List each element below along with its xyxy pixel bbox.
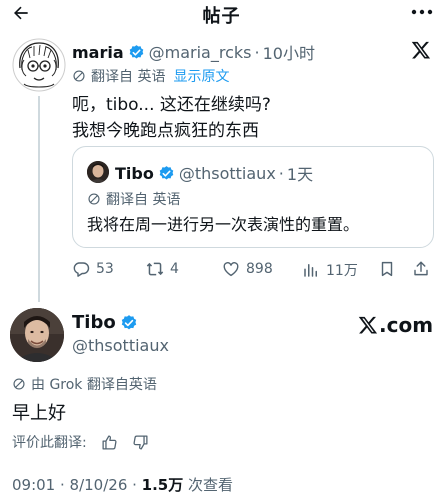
quote-author-handle: @thsottiaux	[178, 163, 276, 183]
sketch-avatar-icon	[12, 38, 66, 92]
repost-icon	[146, 262, 164, 276]
author-name[interactable]: Tibo	[72, 312, 116, 333]
more-button[interactable]	[407, 0, 437, 24]
translate-label: 翻译自 英语	[91, 69, 166, 85]
avatar	[87, 161, 109, 183]
post-actions-bar: 53 4 898 11万	[72, 258, 434, 282]
author-handle[interactable]: @maria_rcks	[149, 43, 252, 62]
verified-badge-icon	[129, 44, 143, 59]
x-logo-icon	[411, 41, 431, 59]
quote-body: 我将在周一进行另一次表演性的重置。	[87, 215, 360, 234]
heart-icon	[223, 262, 239, 277]
page-title: 帖子	[202, 6, 241, 27]
brand-suffix: .com	[379, 313, 434, 337]
rate-translation: 评价此翻译:	[12, 432, 149, 452]
share-icon	[414, 261, 428, 276]
top-bar: 帖子	[0, 0, 443, 30]
reply-text-line: 呃，tibo... 这还在继续吗?	[72, 95, 271, 115]
quote-header: Tibo @thsottiaux · 1天	[115, 161, 313, 185]
avatar[interactable]	[10, 308, 64, 362]
quote-author-name: Tibo	[115, 163, 154, 183]
more-horizontal-icon	[411, 9, 433, 15]
author-handle[interactable]: @thsottiaux	[72, 336, 169, 355]
comment-icon	[73, 262, 90, 277]
like-count: 898	[246, 261, 273, 277]
show-original-link[interactable]: 显示原文	[173, 66, 229, 86]
translate-icon	[13, 378, 25, 390]
avatar[interactable]	[12, 38, 66, 92]
reply-header: maria @maria_rcks · 10小时	[72, 40, 315, 64]
thumbs-up-icon[interactable]	[101, 434, 118, 451]
share-button[interactable]	[412, 260, 436, 278]
bookmark-button[interactable]	[378, 260, 402, 278]
views-button[interactable]: 11万	[302, 260, 358, 280]
person-photo-icon	[87, 161, 109, 183]
thread-connector-line	[38, 96, 40, 302]
translation-info: 翻译自 英语 显示原文	[72, 66, 229, 86]
reply-count: 53	[96, 261, 114, 277]
post-meta: 09:01 · 8/10/26 · 1.5万 次查看	[12, 474, 233, 495]
post-body: 早上好	[12, 403, 66, 424]
thumbs-down-icon[interactable]	[132, 434, 149, 451]
verified-badge-icon	[121, 314, 136, 329]
separator-dot: ·	[278, 163, 284, 183]
views-label: 次查看	[183, 476, 234, 494]
view-count: 1.5万	[141, 476, 184, 494]
quoted-post-card[interactable]: Tibo @thsottiaux · 1天 翻译自 英语 我将在周一进行另一次表…	[72, 146, 434, 248]
author-name[interactable]: maria	[72, 43, 124, 62]
translate-label: 由 Grok 翻译自英语	[31, 377, 157, 393]
post-time[interactable]: 10小时	[263, 40, 315, 64]
translate-label: 翻译自 英语	[106, 192, 181, 208]
post-author: Tibo	[72, 312, 142, 333]
like-button[interactable]: 898	[222, 260, 273, 278]
x-logo-icon	[358, 316, 378, 334]
reply-button[interactable]: 53	[72, 260, 114, 278]
separator-dot: ·	[254, 42, 260, 62]
view-count: 11万	[326, 263, 358, 279]
bar-chart-icon	[304, 264, 317, 277]
quote-time: 1天	[286, 165, 314, 184]
repost-count: 4	[170, 261, 179, 277]
bookmark-icon	[381, 261, 393, 277]
reply-text-line: 我想今晚跑点疯狂的东西	[72, 121, 259, 141]
x-com-logo: .com	[358, 313, 433, 337]
person-photo-icon	[10, 308, 64, 362]
translate-icon	[88, 193, 100, 205]
translate-icon	[73, 70, 85, 82]
rate-label: 评价此翻译:	[12, 435, 87, 451]
post-timestamp[interactable]: 09:01 · 8/10/26 ·	[12, 476, 142, 494]
reply-body: 呃，tibo... 这还在继续吗? 我想今晚跑点疯狂的东西	[72, 92, 271, 144]
grok-translation-info: 由 Grok 翻译自英语	[12, 374, 157, 394]
verified-badge-icon	[159, 165, 174, 180]
quote-translation-info: 翻译自 英语	[87, 189, 180, 209]
repost-button[interactable]: 4	[146, 260, 179, 278]
